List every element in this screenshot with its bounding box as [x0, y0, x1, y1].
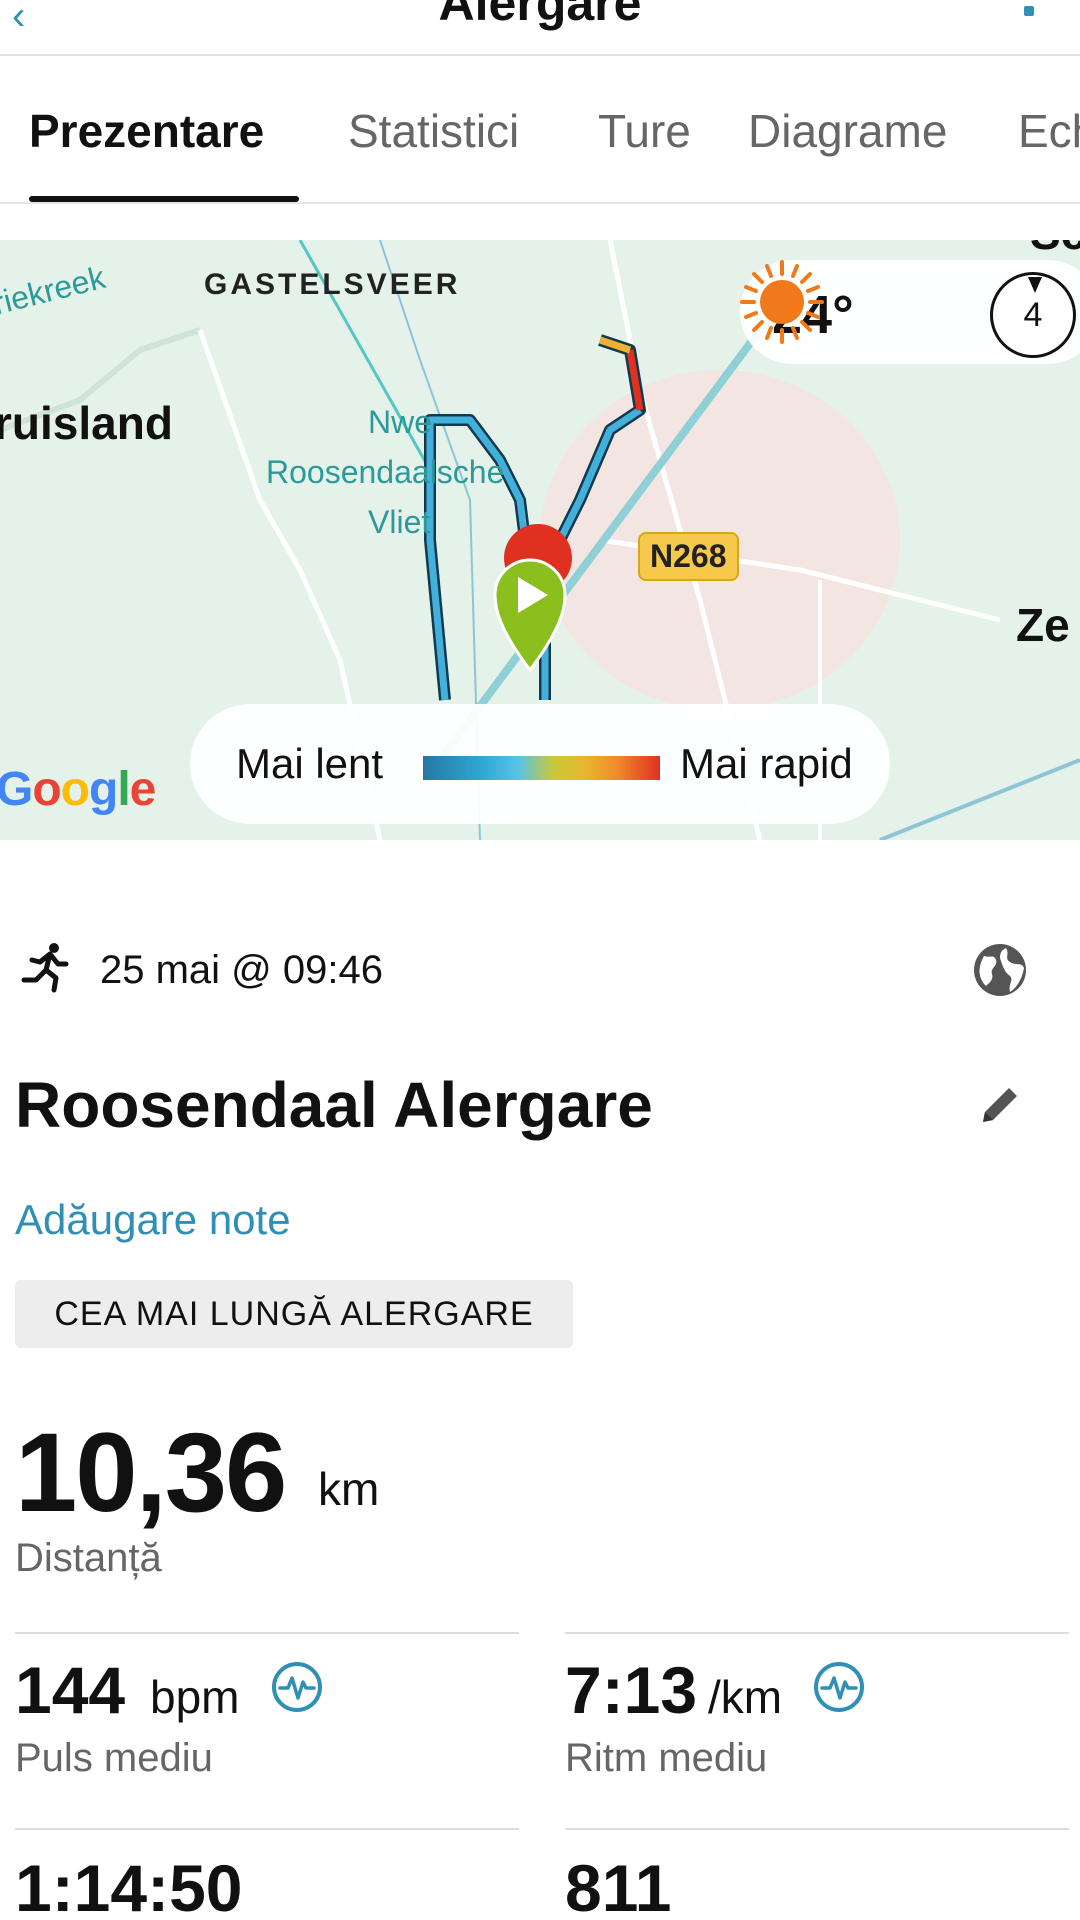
wind-speed: 4 — [1023, 296, 1043, 334]
avg-pace-unit: /km — [708, 1671, 783, 1723]
wind-compass-icon: 4 — [990, 272, 1076, 358]
duration-value: 1:14:50 — [15, 1851, 243, 1920]
heart-rate-pulse-icon[interactable] — [270, 1660, 324, 1714]
tab-prezentare[interactable]: Prezentare — [29, 104, 264, 158]
menu-icon[interactable] — [1024, 6, 1034, 16]
pace-legend: Mai lent Mai rapid — [190, 704, 890, 824]
avg-heart-rate-unit: bpm — [150, 1671, 240, 1723]
running-icon — [21, 943, 69, 993]
app-header: ‹ Alergare — [0, 0, 1080, 56]
sun-icon — [740, 260, 824, 344]
activity-title: Roosendaal Alergare — [15, 1069, 653, 1141]
wind-direction-needle — [1028, 277, 1042, 293]
pace-gradient-bar — [423, 756, 660, 780]
tab-ture[interactable]: Ture — [598, 104, 691, 158]
distance-label: Distanță — [15, 1536, 162, 1580]
legend-slow-label: Mai lent — [236, 740, 384, 787]
activity-date: 25 mai @ 09:46 — [100, 948, 383, 992]
avg-pace-label: Ritm mediu — [565, 1736, 768, 1780]
start-marker — [493, 558, 567, 673]
map-label-vliet: Vliet — [368, 504, 431, 540]
tab-bar: Prezentare Statistici Ture Diagrame Ech — [0, 58, 1080, 204]
active-tab-indicator — [29, 196, 299, 202]
calories-value: 811 — [565, 1851, 672, 1920]
achievement-badge: CEA MAI LUNGĂ ALERGARE — [15, 1280, 573, 1348]
stat-divider — [565, 1632, 1069, 1634]
avg-heart-rate-label: Puls mediu — [15, 1736, 213, 1780]
map-label-top-partial: Sc — [1030, 240, 1080, 260]
globe-icon[interactable] — [970, 940, 1030, 1000]
add-notes-link[interactable]: Adăugare note — [15, 1196, 291, 1244]
edit-pencil-icon[interactable] — [975, 1080, 1025, 1130]
avg-heart-rate-value: 144 — [15, 1653, 126, 1727]
map-label-ruisland: ruisland — [0, 397, 173, 449]
map-label-roosendaalsche: Roosendaalsche — [266, 454, 505, 490]
tab-statistici[interactable]: Statistici — [348, 104, 519, 158]
map-label-ze: Ze — [1016, 599, 1070, 651]
map-label-gastelsveer: GASTELSVEER — [204, 268, 461, 301]
page-title: Alergare — [438, 0, 642, 31]
stat-divider — [15, 1828, 519, 1830]
route-medium-segment — [598, 336, 632, 354]
google-logo: Google — [0, 763, 156, 816]
distance-value: 10,36 — [15, 1410, 287, 1535]
tab-diagrame[interactable]: Diagrame — [748, 104, 947, 158]
road-badge-n268: N268 — [638, 532, 739, 581]
road-line — [879, 758, 1080, 840]
map-label-nwe: Nwe — [368, 404, 433, 440]
weather-badge: 24° 4 — [740, 260, 1080, 364]
distance-unit: km — [318, 1463, 380, 1515]
stat-divider — [15, 1632, 519, 1634]
legend-fast-label: Mai rapid — [680, 740, 853, 787]
avg-pace-value: 7:13 — [565, 1653, 698, 1727]
pace-pulse-icon[interactable] — [812, 1660, 866, 1714]
tab-echipament[interactable]: Ech — [1018, 104, 1080, 158]
stat-divider — [565, 1828, 1069, 1830]
route-map[interactable]: riekreek GASTELSVEER ruisland Nwe Roosen… — [0, 240, 1080, 840]
activity-meta: 25 mai @ 09:46 — [0, 940, 1080, 1000]
